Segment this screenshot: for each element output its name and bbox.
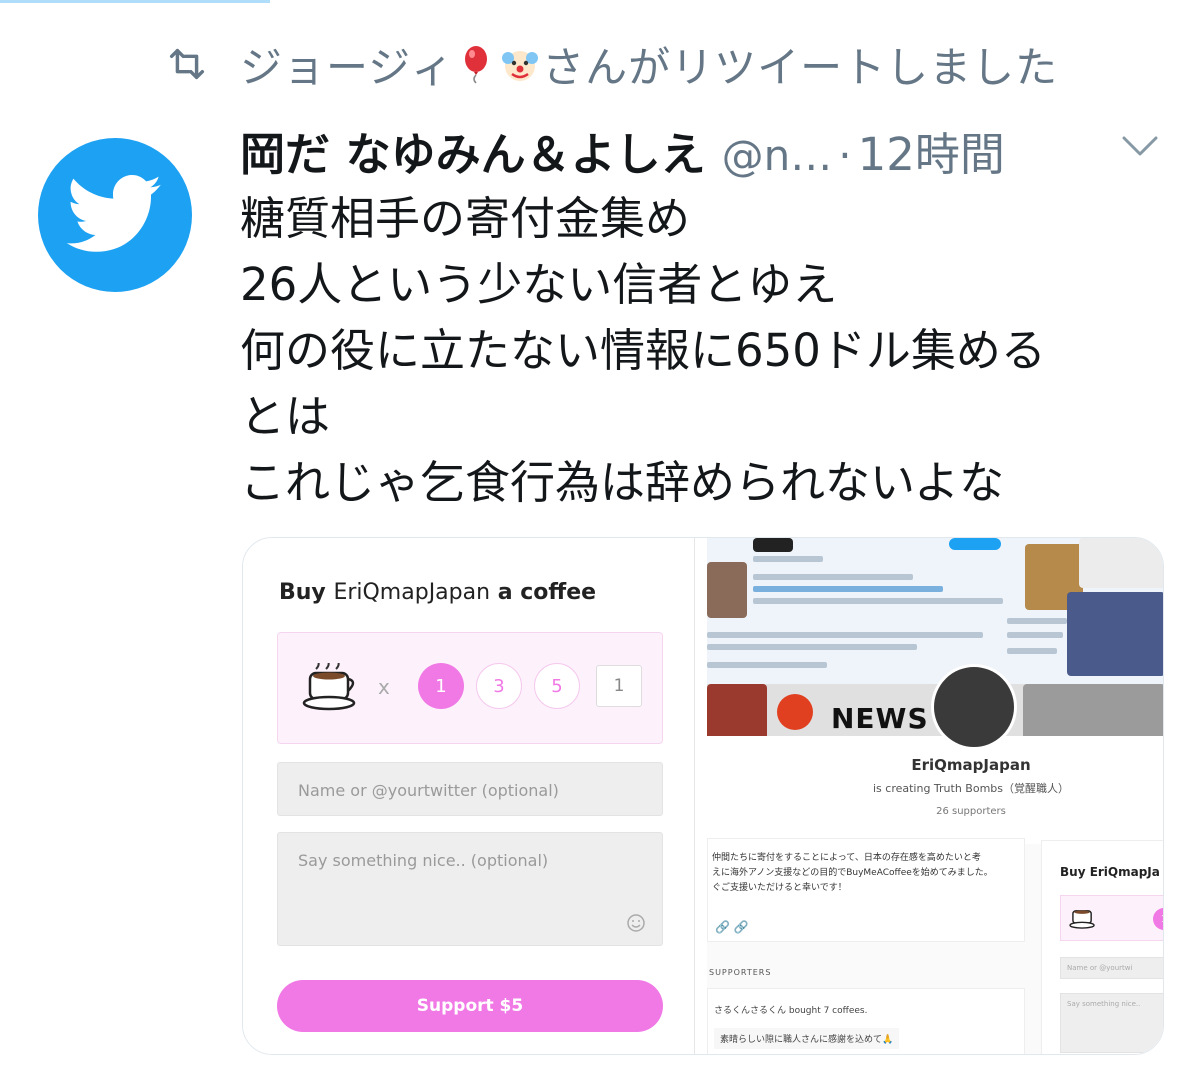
mini-name-field: Name or @yourtwi bbox=[1060, 957, 1163, 979]
support-button[interactable]: Support $5 bbox=[277, 980, 663, 1032]
retweet-suffix: さんがリツイートしました bbox=[542, 42, 1059, 92]
text-line bbox=[753, 598, 1003, 604]
chevron-down-icon[interactable] bbox=[1120, 132, 1160, 160]
twitter-bird-icon bbox=[67, 175, 162, 252]
twitter-profiles-collage bbox=[707, 538, 1163, 708]
link-icons: 🔗 🔗 bbox=[715, 920, 749, 934]
banner-photo bbox=[707, 684, 767, 740]
balloon-icon bbox=[465, 46, 488, 84]
mini-coffee-form: Buy EriQmapJa 1 Name or @yourtwi Say som… bbox=[1041, 840, 1163, 1054]
creator-description: is creating Truth Bombs（覚醒職人） bbox=[872, 782, 1070, 795]
mini-message-field: Say something nice.. bbox=[1060, 993, 1163, 1053]
text-line bbox=[1007, 632, 1063, 638]
message-input[interactable]: Say something nice.. (optional) bbox=[277, 832, 663, 946]
tweet-line: これじゃ乞食行為は辞められないよな bbox=[240, 456, 1005, 509]
quantity-selector: x 1 3 5 1 bbox=[277, 632, 663, 744]
quantity-option-5[interactable]: 5 bbox=[534, 663, 580, 709]
profile-photo-thumb bbox=[707, 562, 747, 618]
coffee-title-suffix: a coffee bbox=[490, 580, 597, 605]
message-placeholder: Say something nice.. (optional) bbox=[298, 851, 549, 870]
about-section: 仲間たちに寄付をすることによって、日本の存在感を高めたいと考 えに海外アノン支援… bbox=[707, 838, 1025, 942]
text-line bbox=[1007, 648, 1057, 654]
media-image-profile[interactable]: NEWS EriQmapJapan is creating Truth Bomb… bbox=[707, 538, 1163, 1054]
mini-quantity-box: 1 bbox=[1060, 895, 1163, 941]
times-sign: x bbox=[378, 675, 390, 699]
about-line: 仲間たちに寄付をすることによって、日本の存在感を高めたいと考 bbox=[712, 853, 981, 863]
text-line bbox=[753, 586, 943, 592]
text-line bbox=[753, 556, 823, 562]
mascot-icon bbox=[777, 694, 813, 730]
author-name[interactable]: 岡だ なゆみん＆よしえ bbox=[240, 118, 706, 183]
retweet-icon bbox=[169, 48, 205, 80]
text-image bbox=[1079, 538, 1163, 588]
media-image-coffee-form[interactable]: Buy EriQmapJapan a coffee x 1 3 5 1 Name… bbox=[243, 538, 695, 1054]
tweet-line: とは bbox=[240, 390, 331, 443]
about-line: ぐご支援いただけると幸いです！ bbox=[712, 883, 847, 893]
coffee-title-prefix: Buy bbox=[279, 580, 334, 605]
about-line: えに海外アノン支援などの目的でBuyMeACoffeeを始めてみました。 bbox=[712, 868, 993, 878]
text-line bbox=[1007, 618, 1067, 624]
supporter-entry: さるくんさるくん bought 7 coffees. 素晴らしい隙に職人さんに感… bbox=[707, 988, 1025, 1054]
coffee-cup-icon bbox=[1069, 910, 1095, 929]
supporters-heading: SUPPORTERS bbox=[709, 968, 772, 977]
name-input[interactable]: Name or @yourtwitter (optional) bbox=[277, 762, 663, 816]
emoji-picker-icon[interactable] bbox=[626, 913, 646, 933]
top-progress-edge bbox=[0, 0, 270, 3]
news-text: NEWS bbox=[831, 702, 929, 735]
mini-coffee-title: Buy EriQmapJa bbox=[1060, 865, 1160, 879]
text-line bbox=[753, 574, 913, 580]
tweet-header: 岡だ なゆみん＆よしえ @n… · 12時間 bbox=[240, 118, 1170, 183]
creator-name: EriQmapJapan bbox=[911, 756, 1031, 774]
tweet-media[interactable]: Buy EriQmapJapan a coffee x 1 3 5 1 Name… bbox=[242, 537, 1164, 1055]
text-line bbox=[707, 632, 983, 638]
profile-photo-thumb bbox=[753, 538, 793, 552]
retweeter-name[interactable]: ジョージィ bbox=[240, 34, 454, 95]
supporter-count: 26 supporters bbox=[936, 806, 1006, 817]
separator-dot: · bbox=[838, 131, 852, 180]
supporter-text: さるくんさるくん bought 7 coffees. bbox=[714, 1006, 868, 1016]
tweet-line: 糖質相手の寄付金集め bbox=[240, 192, 691, 245]
creator-avatar bbox=[931, 664, 1017, 750]
cosmic-image bbox=[1067, 592, 1163, 676]
text-line bbox=[707, 644, 917, 650]
tweet-line: 26人という少ない信者とゆえ bbox=[240, 258, 838, 311]
author-handle[interactable]: @n… bbox=[722, 131, 833, 180]
banner-photo bbox=[1023, 684, 1163, 740]
coffee-cup-icon bbox=[302, 663, 356, 711]
author-avatar[interactable] bbox=[38, 138, 192, 292]
supporter-message: 素晴らしい隙に職人さんに感謝を込めて🙏 bbox=[714, 1028, 900, 1049]
tweet-text: 糖質相手の寄付金集め 26人という少ない信者とゆえ 何の役に立たない情報に650… bbox=[240, 186, 1170, 516]
quantity-option-1[interactable]: 1 bbox=[418, 663, 464, 709]
text-line bbox=[707, 662, 827, 668]
mini-quantity-option: 1 bbox=[1153, 908, 1163, 930]
custom-quantity-input[interactable]: 1 bbox=[596, 665, 642, 707]
tweet-line: 何の役に立たない情報に650ドル集める bbox=[240, 324, 1046, 377]
quantity-option-3[interactable]: 3 bbox=[476, 663, 522, 709]
clown-face-icon bbox=[502, 51, 539, 81]
following-button bbox=[949, 538, 1001, 550]
coffee-form-title: Buy EriQmapJapan a coffee bbox=[279, 580, 596, 605]
retweet-context[interactable]: ジョージィ さんがリツイートしました bbox=[164, 34, 1058, 94]
coffee-title-name: EriQmapJapan bbox=[333, 580, 491, 605]
tweet-timestamp[interactable]: 12時間 bbox=[858, 118, 1005, 183]
